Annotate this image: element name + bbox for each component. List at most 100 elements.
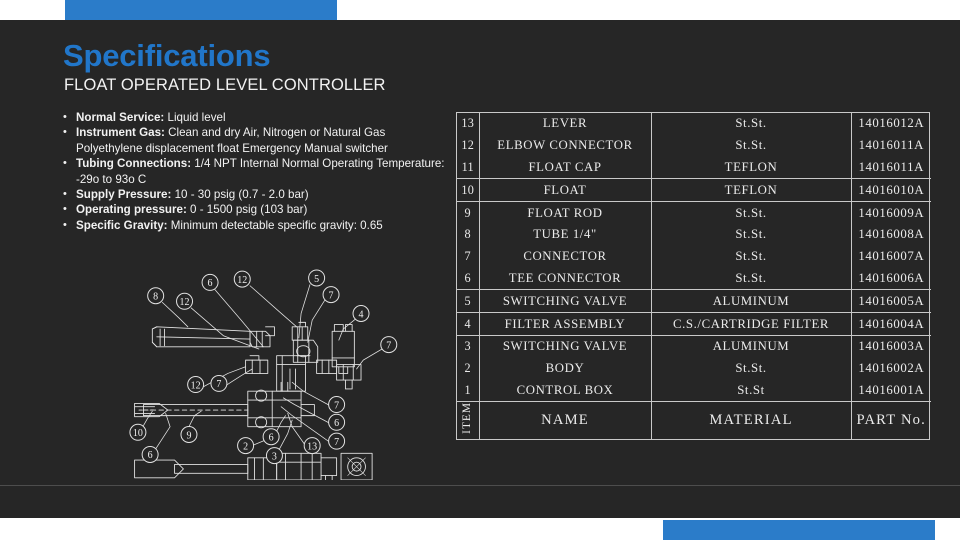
table-cell-part-no: 14016010A <box>851 178 931 203</box>
table-cell-item: 4 <box>457 312 480 336</box>
table-cell-item: 3 <box>457 335 480 358</box>
callout-label: 8 <box>153 292 158 303</box>
table-cell-part-no: 14016003A <box>858 339 925 354</box>
table-cell-item: 8 <box>457 223 480 246</box>
table-cell-item: 2 <box>457 357 480 380</box>
callout-label: 12 <box>191 380 201 391</box>
bullet-text: Operating pressure: 0 - 1500 psig (103 b… <box>76 202 453 217</box>
table-cell-name: FILTER ASSEMBLY <box>479 312 652 336</box>
table-cell-material: ALUMINUM <box>651 335 852 358</box>
table-cell-item: 7 <box>457 245 480 268</box>
table-header-part-no: PART No. <box>851 401 931 440</box>
slide-root: Specifications FLOAT OPERATED LEVEL CONT… <box>0 0 960 540</box>
diagram-callout: 6 <box>201 273 219 291</box>
bullet-item: • Normal Service: Liquid level <box>63 110 453 125</box>
parts-table-grid: 13 LEVER St.St. 14016012A 12 ELBOW CONNECTOR S… <box>457 113 931 440</box>
table-cell-item: 10 <box>457 178 480 203</box>
bullet-marker-icon: • <box>63 188 67 201</box>
diagram-part-assembled-view <box>134 452 373 480</box>
table-cell-item: 11 <box>457 156 480 180</box>
diagram-part-body-block <box>247 381 302 429</box>
table-row: 11 FLOAT CAP TEFLON 14016011A <box>457 156 931 180</box>
bullet-label: Operating pressure: <box>76 203 187 217</box>
diagram-callouts: 8126 12 574712 7767106926313 <box>129 269 398 465</box>
diagram-callout: 13 <box>303 437 321 455</box>
table-cell-name: SWITCHING VALVE <box>479 335 652 358</box>
bullet-label: Normal Service: <box>76 111 165 124</box>
table-cell-part-no: 14016005A <box>851 289 931 314</box>
diagram-callout: 5 <box>308 269 326 287</box>
bullet-value: Liquid level <box>164 111 226 124</box>
table-cell-part-no: 14016002A <box>858 361 925 376</box>
table-cell-name: BODY <box>479 357 652 380</box>
table-row: 5 SWITCHING VALVE ALUMINUM 14016005A <box>457 289 931 314</box>
callout-label: 6 <box>269 432 274 443</box>
bullet-text: Tubing Connections: 1/4 NPT Internal Nor… <box>76 156 453 187</box>
diagram-callout: 2 <box>237 437 255 455</box>
specifications-bullet-list: • Normal Service: Liquid level • Instrument… <box>63 110 453 233</box>
diagram-callout: 6 <box>141 445 159 463</box>
table-cell-part-no: 14016012A <box>858 116 925 131</box>
table-row: 2 BODY St.St. 14016002A <box>457 357 931 380</box>
diagram-callout: 12 <box>176 292 194 310</box>
callout-label: 12 <box>237 275 247 286</box>
diagram-callout: 7 <box>380 336 398 354</box>
table-row: 4 FILTER ASSEMBLY C.S./CARTRIDGE FILTER 140… <box>457 312 931 336</box>
table-cell-part-no: 14016008A <box>858 227 925 242</box>
table-cell-material: St.St. <box>651 201 852 224</box>
diagram-callout: 12 <box>233 270 251 288</box>
bullet-marker-icon: • <box>63 111 67 123</box>
diagram-callout: 9 <box>180 425 198 443</box>
table-row: 9 FLOAT ROD St.St. 14016009A <box>457 201 931 224</box>
diagram-callout: 6 <box>328 413 346 431</box>
table-cell-part-no: 14016011A <box>858 138 924 153</box>
table-cell-name: CONTROL BOX <box>479 379 652 402</box>
table-row: 6 TEE CONNECTOR St.St. 14016006A <box>457 267 931 291</box>
bullet-value: 0 - 1500 psig (103 bar) <box>186 203 308 217</box>
callout-label: 7 <box>386 340 391 351</box>
bullet-label: Specific Gravity: <box>76 218 168 232</box>
page-title: Specifications <box>63 38 271 73</box>
bullet-label: Tubing Connections: <box>76 157 192 171</box>
table-cell-material: St.St. <box>651 134 852 157</box>
table-cell-item: 5 <box>457 289 480 314</box>
assembly-diagram: 8 12 6 12 5 7 4 7 12 7 7 6 7 10 6 9 2 6 3 13 <box>85 258 455 480</box>
bullet-marker-icon: • <box>63 157 67 170</box>
table-cell-name: FLOAT CAP <box>479 156 652 180</box>
accent-bar-top <box>65 0 337 20</box>
bullet-text: Supply Pressure: 10 - 30 psig (0.7 - 2.0… <box>76 187 453 202</box>
table-cell-name: CONNECTOR <box>479 245 652 268</box>
bullet-label: Supply Pressure: <box>76 188 172 202</box>
bullet-text: Normal Service: Liquid level <box>76 110 453 125</box>
table-cell-name: TUBE 1/4" <box>479 223 652 246</box>
callout-label: 5 <box>314 274 319 285</box>
diagram-part-tube-upper <box>151 326 251 348</box>
callout-label: 2 <box>243 441 248 452</box>
diagram-callout: 7 <box>328 396 346 414</box>
bullet-label: Instrument Gas: <box>76 126 165 140</box>
callout-label: 12 <box>180 297 190 308</box>
table-cell-item: 9 <box>457 201 480 224</box>
table-cell-material: ALUMINUM <box>651 289 852 314</box>
diagram-part-float-rod <box>143 404 315 417</box>
page-subtitle: FLOAT OPERATED LEVEL CONTROLLER <box>64 76 386 94</box>
diagram-callout: 10 <box>129 423 147 441</box>
table-row: 8 TUBE 1/4" St.St. 14016008A <box>457 223 931 246</box>
table-cell-name: ELBOW CONNECTOR <box>479 134 652 157</box>
diagram-leader-lines <box>143 284 383 451</box>
callout-label: 7 <box>216 379 221 390</box>
table-row: 10 FLOAT TEFLON 14016010A <box>457 178 931 203</box>
parts-table: 13 LEVER St.St. 14016012A 12 ELBOW CONNECTOR S… <box>456 112 931 441</box>
callout-label: 3 <box>272 451 277 462</box>
table-cell-name: LEVER <box>479 113 652 135</box>
bullet-item: • Operating pressure: 0 - 1500 psig (103 … <box>63 202 453 217</box>
table-row: 3 SWITCHING VALVE ALUMINUM 14016003A <box>457 335 931 358</box>
table-cell-part-no: 14016007A <box>858 249 925 264</box>
bullet-value: Minimum detectable specific gravity: 0.6… <box>167 218 383 232</box>
accent-bar-bottom <box>663 520 935 540</box>
footer-divider <box>0 485 960 486</box>
bullet-item: • Supply Pressure: 10 - 30 psig (0.7 - 2.… <box>63 187 453 202</box>
bullet-item: • Specific Gravity: Minimum detectable sp… <box>63 218 453 233</box>
table-cell-material: C.S./CARTRIDGE FILTER <box>651 312 852 336</box>
table-cell-material: TEFLON <box>651 156 852 180</box>
